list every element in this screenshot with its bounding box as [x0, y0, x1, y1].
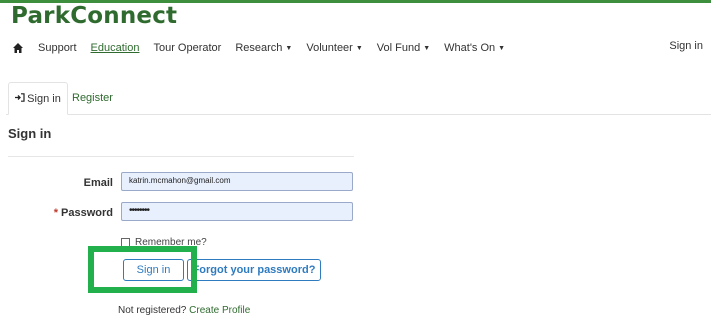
nav-item-support[interactable]: Support: [38, 42, 77, 54]
highlight-box: [88, 246, 197, 293]
caret-down-icon: ▼: [423, 45, 431, 52]
caret-down-icon: ▼: [285, 45, 293, 52]
forgot-password-button[interactable]: Forgot your password?: [187, 259, 321, 281]
not-registered-text: Not registered? Create Profile: [118, 305, 251, 316]
nav-item-research[interactable]: Research ▼: [235, 42, 292, 54]
sign-in-icon: [15, 92, 25, 105]
password-field[interactable]: ••••••••: [121, 202, 353, 221]
create-profile-link[interactable]: Create Profile: [189, 305, 250, 316]
main-nav: Support Education Tour Operator Research…: [12, 40, 519, 56]
page-title: Sign in: [8, 126, 52, 141]
brand-logo[interactable]: ParkConnect: [11, 3, 177, 29]
nav-item-tour-operator[interactable]: Tour Operator: [153, 42, 221, 54]
nav-item-volunteer[interactable]: Volunteer ▼: [306, 42, 362, 54]
email-field[interactable]: katrin.mcmahon@gmail.com: [121, 172, 353, 191]
caret-down-icon: ▼: [498, 45, 506, 52]
nav-item-education[interactable]: Education: [91, 42, 140, 54]
nav-item-whats-on[interactable]: What's On ▼: [444, 42, 505, 54]
nav-item-vol-fund[interactable]: Vol Fund ▼: [377, 42, 430, 54]
caret-down-icon: ▼: [355, 45, 363, 52]
home-icon[interactable]: [12, 42, 24, 54]
auth-tabs: Sign in Register: [6, 82, 711, 115]
email-label: Email: [83, 177, 113, 189]
tab-sign-in[interactable]: Sign in: [8, 82, 68, 115]
divider: [8, 156, 354, 157]
nav-sign-in-link[interactable]: Sign in: [669, 40, 703, 52]
tab-register[interactable]: Register: [72, 82, 113, 113]
password-label: * Password: [53, 207, 113, 219]
